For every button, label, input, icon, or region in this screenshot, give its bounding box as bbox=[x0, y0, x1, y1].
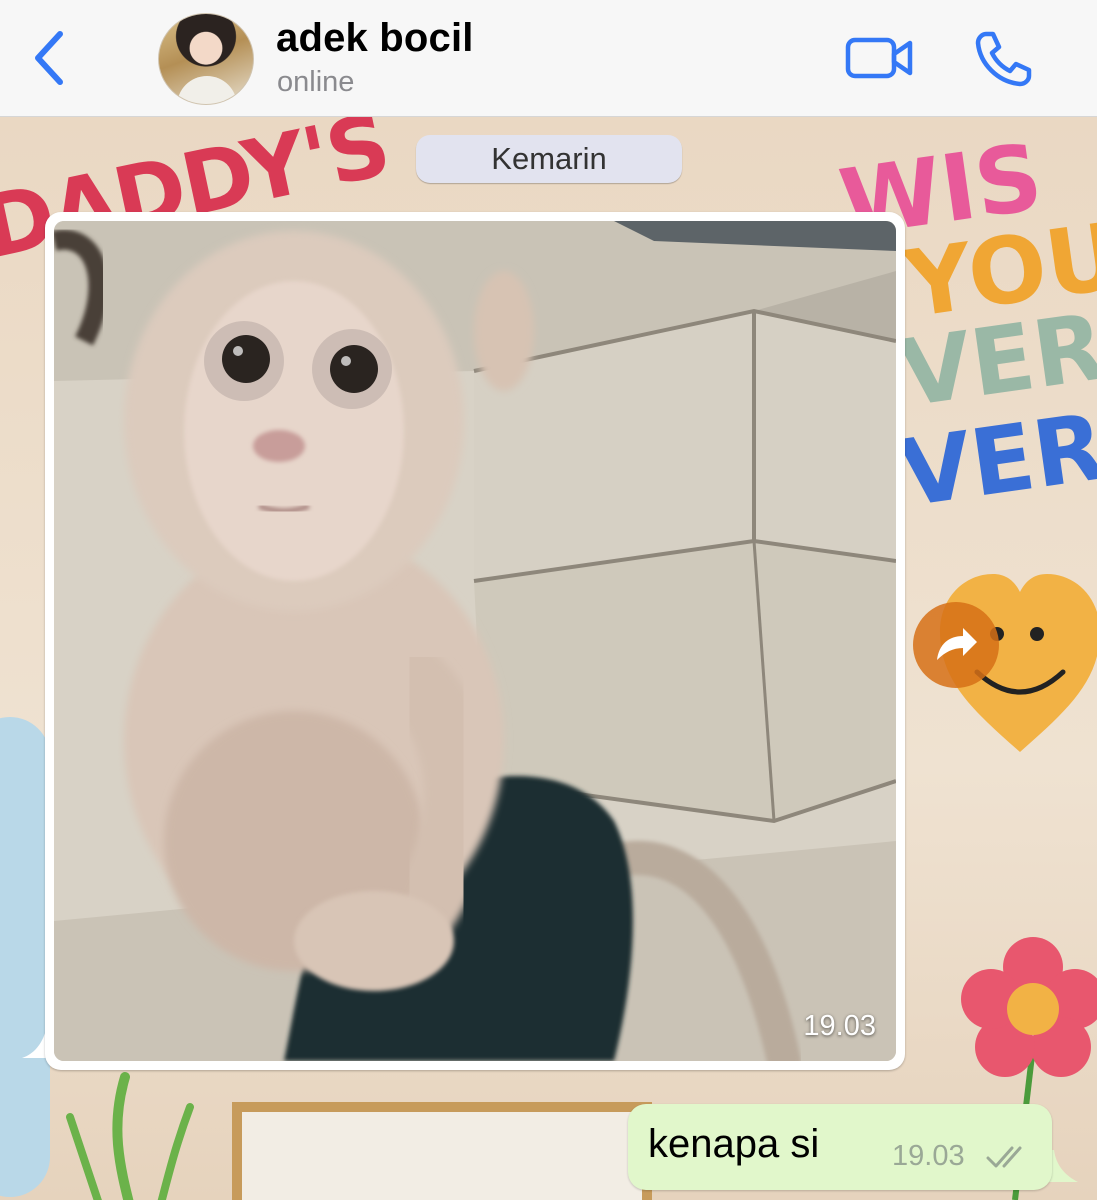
message-time: 19.03 bbox=[803, 1010, 876, 1042]
contact-status: online bbox=[277, 66, 355, 98]
back-button[interactable] bbox=[28, 28, 72, 88]
share-arrow-icon bbox=[937, 628, 977, 660]
wallpaper-decoration bbox=[0, 717, 50, 1197]
contact-name[interactable]: adek bocil bbox=[276, 16, 474, 61]
outgoing-text-message[interactable]: kenapa si 19.03 bbox=[628, 1104, 1052, 1190]
forward-button[interactable] bbox=[913, 602, 999, 688]
video-camera-icon bbox=[845, 37, 913, 79]
chat-header: adek bocil online bbox=[0, 0, 1097, 117]
double-check-icon bbox=[986, 1146, 1022, 1168]
photo-image bbox=[54, 221, 896, 1061]
message-time: 19.03 bbox=[892, 1140, 965, 1172]
video-call-button[interactable] bbox=[844, 30, 916, 86]
contact-avatar[interactable] bbox=[158, 13, 254, 105]
phone-icon bbox=[975, 31, 1032, 87]
voice-call-button[interactable] bbox=[972, 28, 1038, 88]
date-separator: Kemarin bbox=[416, 135, 682, 183]
incoming-image-message[interactable]: 19.03 bbox=[45, 212, 905, 1070]
picture-frame-decoration bbox=[232, 1102, 652, 1200]
plant-decoration bbox=[66, 1072, 194, 1200]
chevron-left-icon bbox=[35, 31, 63, 85]
message-text: kenapa si bbox=[648, 1122, 820, 1166]
monkey-photo[interactable]: 19.03 bbox=[54, 221, 896, 1061]
